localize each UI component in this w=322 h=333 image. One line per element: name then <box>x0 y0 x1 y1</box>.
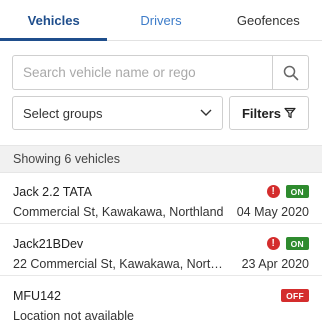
alert-icon: ! <box>266 237 280 250</box>
status-badge: ON <box>285 237 309 250</box>
filters-button-label: Filters <box>241 105 281 121</box>
groups-select[interactable]: Select groups <box>12 96 223 130</box>
status-badge: ON <box>285 185 309 198</box>
search-icon <box>283 65 298 80</box>
vehicle-name: Jack 2.2 TATA <box>13 185 92 199</box>
vehicle-row[interactable]: Jack 2.2 TATA ! ON Commercial St, Kawaka… <box>0 174 322 224</box>
tab-bar: Vehicles Drivers Geofences <box>0 0 322 41</box>
filter-icon <box>284 107 296 119</box>
vehicle-date: 04 May 2020 <box>236 205 309 219</box>
vehicle-row[interactable]: Jack21BDev ! ON 22 Commercial St, Kawaka… <box>0 226 322 276</box>
vehicle-row[interactable]: MFU142 OFF Location not available <box>0 278 322 328</box>
search-button[interactable] <box>272 56 308 89</box>
tab-drivers[interactable]: Drivers <box>107 0 214 40</box>
results-summary: Showing 6 vehicles <box>0 145 322 173</box>
tab-geofences[interactable]: Geofences <box>215 0 322 40</box>
vehicle-status: ! ON <box>266 237 309 250</box>
vehicle-location: Commercial St, Kawakawa, Northland <box>13 205 224 219</box>
tab-vehicles[interactable]: Vehicles <box>0 0 108 41</box>
filters-button[interactable]: Filters <box>229 96 309 130</box>
search-input[interactable] <box>13 56 272 89</box>
vehicle-date: 23 Apr 2020 <box>241 257 309 271</box>
search-box <box>12 55 309 90</box>
vehicle-name: MFU142 <box>13 289 61 303</box>
chevron-down-icon <box>200 109 212 116</box>
status-badge: OFF <box>281 289 309 302</box>
vehicle-location: Location not available <box>13 309 134 323</box>
alert-icon: ! <box>266 185 280 198</box>
vehicle-status: ! ON <box>266 185 309 198</box>
results-count: Showing 6 vehicles <box>13 152 121 166</box>
groups-select-label: Select groups <box>23 105 103 121</box>
vehicle-name: Jack21BDev <box>13 237 84 251</box>
vehicle-location: 22 Commercial St, Kawakawa, Northland <box>13 257 228 271</box>
vehicle-status: OFF <box>281 289 309 302</box>
